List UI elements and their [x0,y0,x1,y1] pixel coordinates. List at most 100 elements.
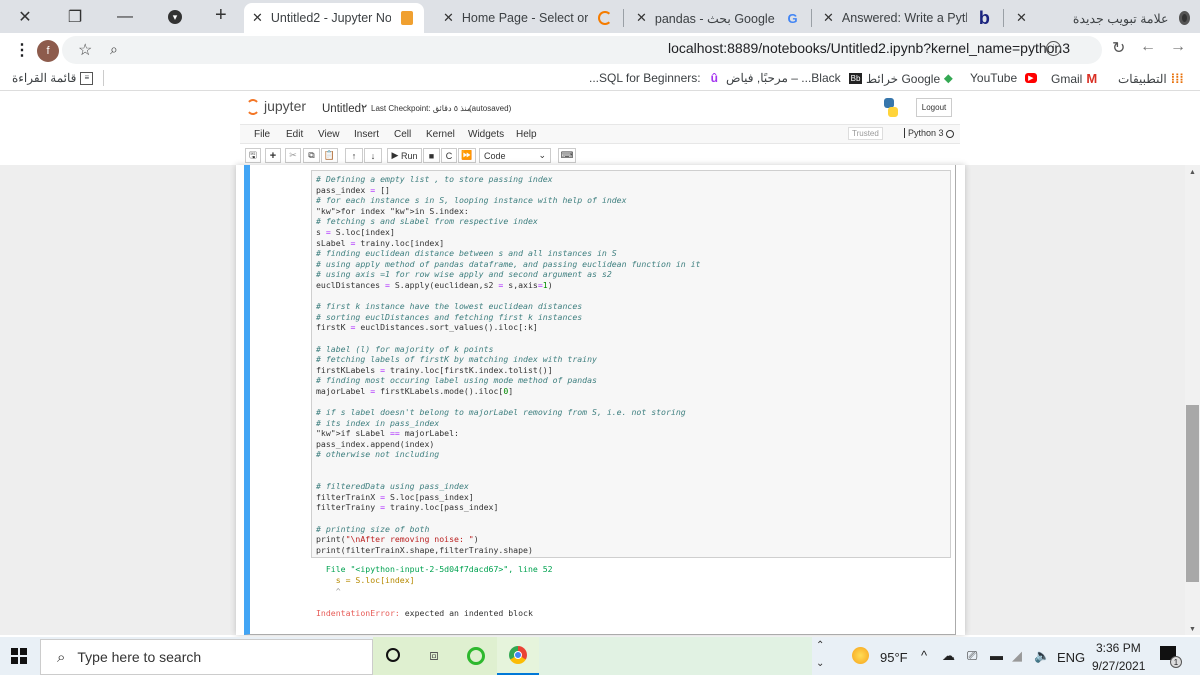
tab-home-page[interactable]: ✕ Home Page - Select or cre [435,3,620,33]
paste-button[interactable]: 📋 [321,148,338,163]
notebook-name[interactable]: Untitled٢ [322,101,367,115]
run-button[interactable]: ▶ Run [387,148,422,163]
youtube-icon: ▶ [1025,73,1037,83]
wifi-icon[interactable]: ◢ [1012,648,1022,664]
menu-edit[interactable]: Edit [286,129,303,140]
jupyter-menubar: File Edit View Insert Cell Kernel Widget… [240,124,960,144]
menu-insert[interactable]: Insert [354,129,379,140]
show-hidden-icons[interactable]: ^ [921,648,927,663]
url-text[interactable]: localhost:8889/notebooks/Untitled2.ipynb… [668,40,1070,56]
meet-now-icon[interactable]: ⎚ [967,648,977,664]
restart-run-all-button[interactable]: ⏩ [458,148,476,163]
close-tab-icon[interactable]: ✕ [252,10,263,26]
zoom-button[interactable]: ⌕ [110,41,118,58]
browser-menu-button[interactable]: ⋮ [14,40,30,60]
tab-search-icon: ▾ [168,9,182,24]
profile-avatar[interactable]: f [37,40,59,62]
tab-title: Home Page - Select or cre [461,11,589,25]
reading-list-button[interactable]: قائمة القراءة ≡ [12,71,94,85]
cut-button[interactable]: ✂ [285,148,301,163]
star-icon: ☆ [78,42,93,59]
bookmark-star-button[interactable]: ☆ [78,40,92,60]
volume-icon[interactable]: 🔈 [1034,648,1050,664]
code-line: majorLabel = firstKLabels.mode().iloc[0] [316,385,514,396]
close-tab-icon[interactable]: ✕ [823,10,834,26]
bookmark-divider [103,70,104,86]
weather-temperature[interactable]: 95°F [880,650,908,665]
notification-count-badge: 1 [1170,656,1182,668]
bookmark-blackboard[interactable]: مرحبًا, فياض – ...Black Bb [726,71,863,85]
scissors-icon: ✂ [289,150,297,160]
site-info-icon[interactable]: i [1046,41,1061,56]
language-indicator[interactable]: ENG [1057,650,1085,665]
taskbar-chrome[interactable] [497,637,539,675]
taskbar-app-green[interactable] [455,637,497,675]
scrollbar-thumb[interactable] [1186,405,1199,582]
tab-search-button[interactable]: ▾ [150,0,200,33]
onedrive-icon[interactable]: ☁ [942,648,955,664]
minimize-window-button[interactable]: — [100,0,150,33]
scroll-down-icon[interactable]: ▼ [1189,626,1196,633]
insert-cell-button[interactable]: + [265,148,281,163]
new-tab-button[interactable]: + [215,4,227,27]
save-button[interactable]: 🖫 [245,148,261,163]
paste-icon: 📋 [323,150,336,160]
cortana-button[interactable] [373,637,413,675]
close-window-button[interactable]: ✕ [0,0,50,33]
close-tab-icon[interactable]: ✕ [1016,10,1027,26]
windows-start-button[interactable] [11,648,27,664]
clock-time[interactable]: 3:36 PM [1096,641,1141,655]
interrupt-button[interactable]: ■ [423,148,440,163]
menu-widgets[interactable]: Widgets [468,129,504,140]
menu-file[interactable]: File [254,129,270,140]
task-view-button[interactable]: ⧈ [413,637,455,675]
bookmark-apps[interactable]: التطبيقات ⁞⁞⁞ [1118,71,1184,86]
clock-date[interactable]: 9/27/2021 [1092,659,1145,673]
bookmark-label: ...SQL for Beginners: [589,71,701,85]
plus-icon: + [269,149,277,162]
error-name: IndentationError: [316,608,400,618]
trusted-badge[interactable]: Trusted [848,127,883,140]
code-content[interactable]: # Defining a empty list , to store passi… [316,174,701,555]
chrome-icon [509,646,527,664]
tab-pandas-google[interactable]: ✕ pandas - بحث Google G [628,3,808,33]
gmail-icon: M [1086,71,1098,86]
command-palette-button[interactable]: ⌨ [558,148,576,163]
scroll-up-button[interactable]: ⌃ [816,640,824,651]
tab-jupyter[interactable]: ✕ Untitled2 - Jupyter Notebook [244,3,424,33]
scroll-up-icon[interactable]: ▲ [1189,169,1196,176]
reading-list-icon: ≡ [80,71,94,85]
bookmark-youtube[interactable]: YouTube ▶ [970,71,1037,85]
stop-icon: ■ [428,150,435,161]
restore-window-button[interactable]: ❐ [50,0,100,33]
reload-button[interactable]: ↻ [1112,38,1125,58]
copy-button[interactable]: ⧉ [303,148,320,163]
bookmark-maps[interactable]: خرائط Google ⬥ [866,71,953,86]
arrow-up-icon: ↑ [351,150,357,161]
bookmark-gmail[interactable]: Gmail M [1051,71,1097,86]
weather-sun-icon[interactable] [852,647,869,664]
battery-icon[interactable]: ▬ [990,648,1003,663]
menu-view[interactable]: View [318,129,340,140]
cell-type-select[interactable]: Code ⌄ [479,148,551,163]
taskbar-search-box[interactable]: ⌕ Type here to search [40,639,373,675]
back-button[interactable]: ← [1140,38,1156,56]
kernel-name[interactable]: Python 3 [904,128,944,138]
move-down-button[interactable]: ↓ [364,148,382,163]
forward-button[interactable]: → [1170,38,1186,56]
restart-button[interactable]: C [441,148,457,163]
bookmark-sql[interactable]: ...SQL for Beginners: û [589,71,718,85]
jupyter-logo-text[interactable]: jupyter [264,98,306,114]
close-tab-icon[interactable]: ✕ [636,10,647,26]
scroll-down-button[interactable]: ⌄ [816,658,824,669]
menu-kernel[interactable]: Kernel [426,129,455,140]
jupyter-book-icon [400,11,413,25]
move-up-button[interactable]: ↑ [345,148,363,163]
menu-help[interactable]: Help [516,129,537,140]
close-tab-icon[interactable]: ✕ [443,10,454,26]
menu-cell[interactable]: Cell [394,129,411,140]
logout-button[interactable]: Logout [916,98,952,117]
code-line: # printing size of both [316,523,430,534]
tab-new-tab[interactable]: ✕ علامة تبويب جديدة [1008,3,1198,33]
tab-answered[interactable]: ✕ Answered: Write a Python b [815,3,1000,33]
